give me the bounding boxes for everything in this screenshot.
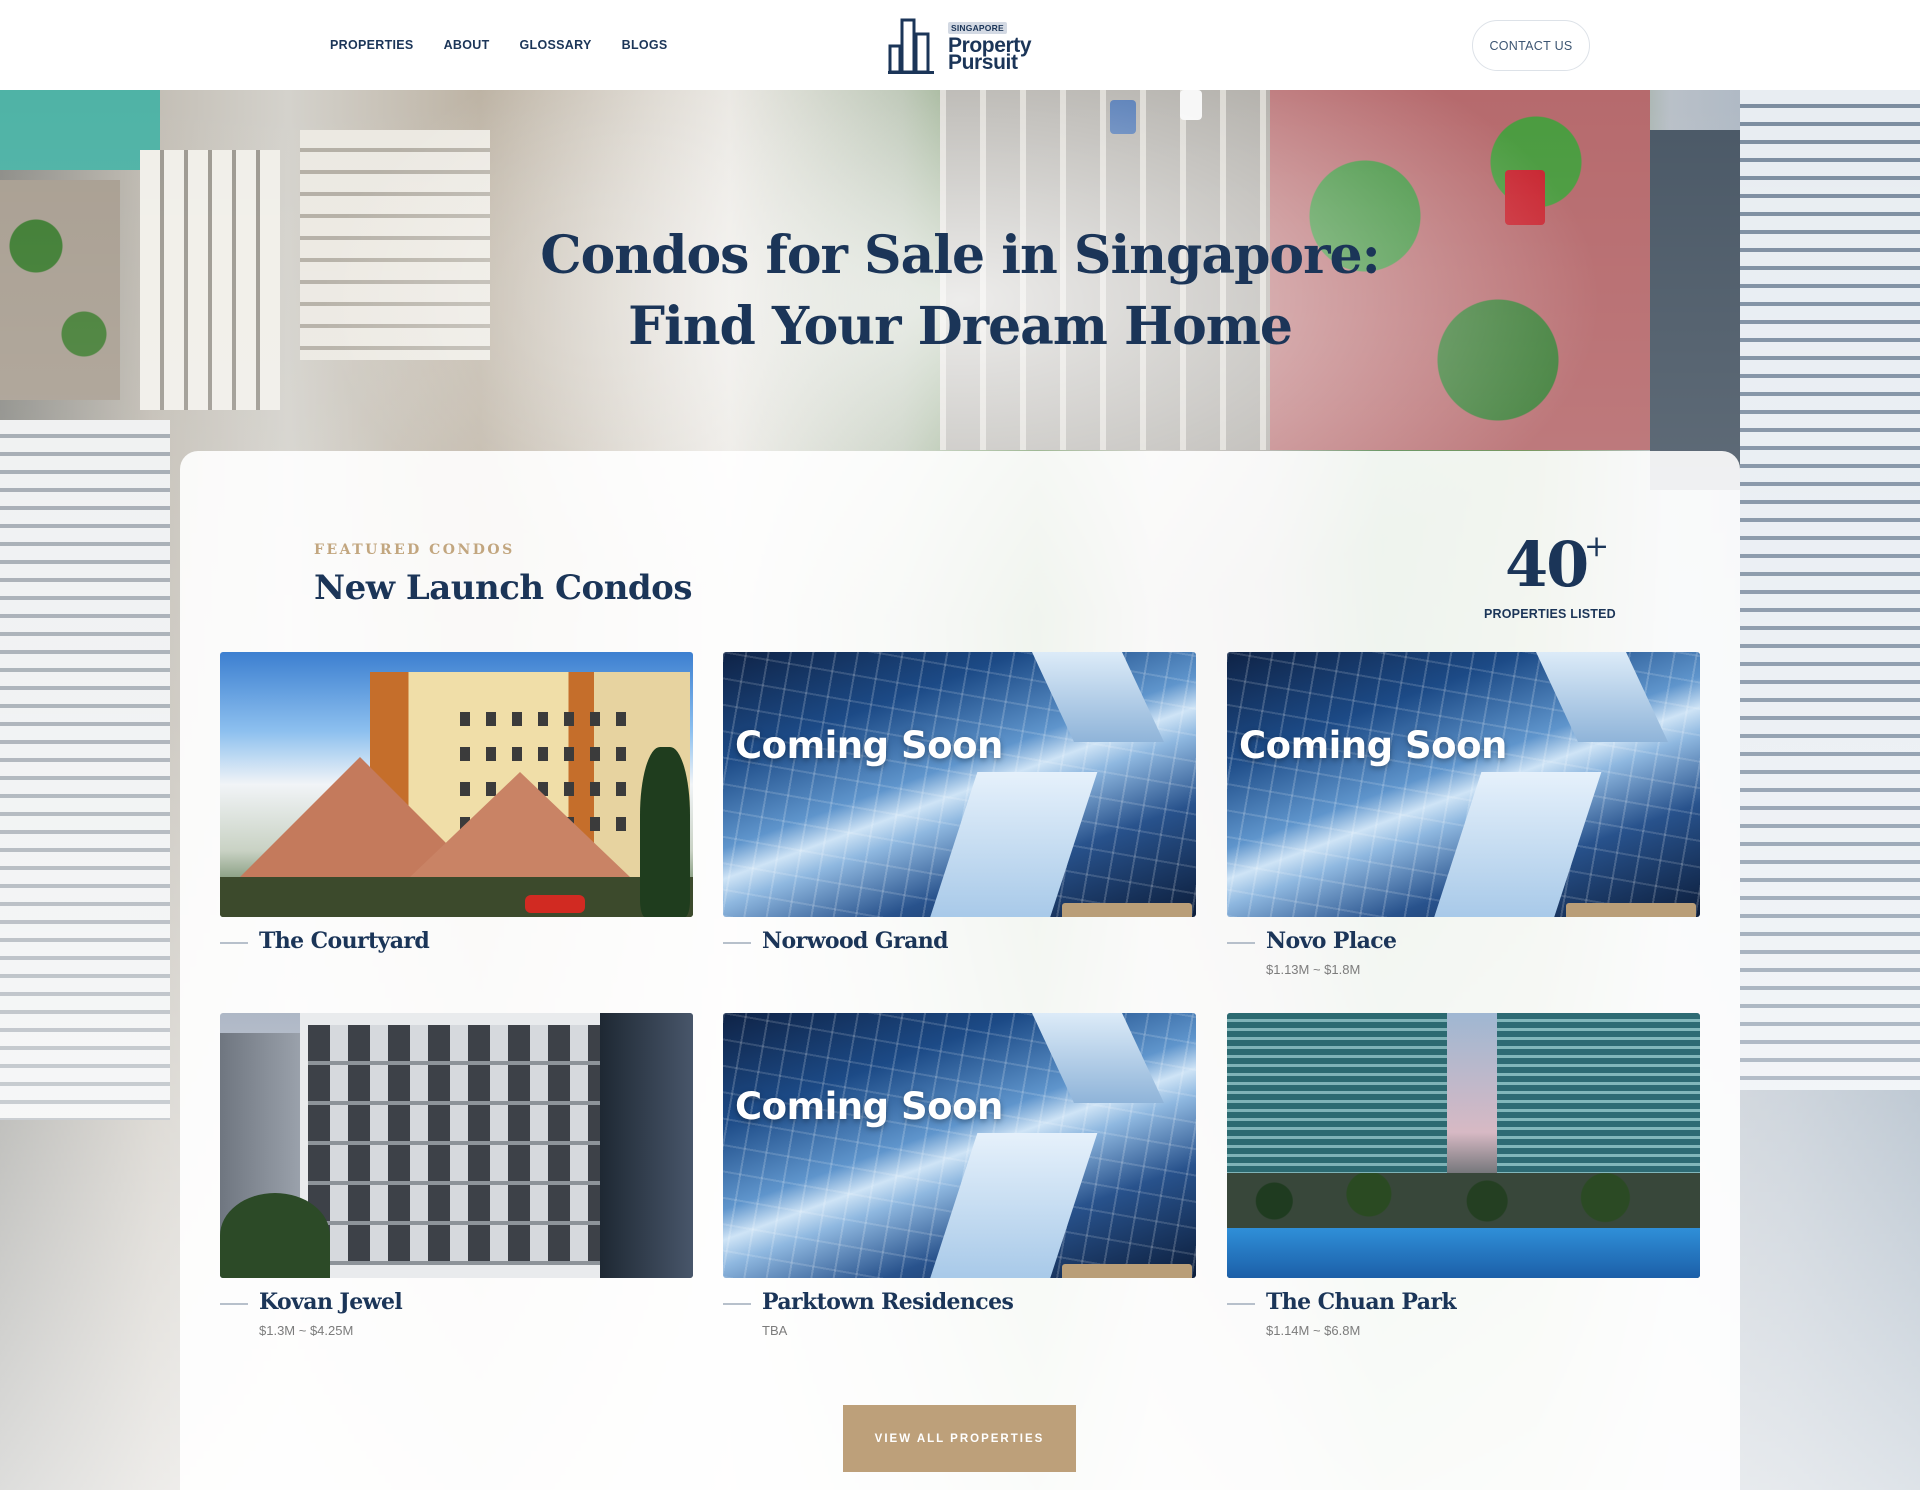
coming-soon-overlay: Coming Soon <box>735 724 1003 767</box>
listing-card[interactable]: The Chuan Park $1.14M ~ $6.8M <box>1227 1013 1700 1338</box>
site-logo[interactable]: SINGAPORE Property Pursuit <box>888 16 1034 74</box>
hero-title: Condos for Sale in Singapore: Find Your … <box>540 225 1381 357</box>
building-logo-icon <box>888 18 934 74</box>
listing-card[interactable]: Kovan Jewel $1.3M ~ $4.25M <box>220 1013 693 1338</box>
section-eyebrow: FEATURED CONDOS <box>314 542 515 558</box>
title-dash <box>220 942 248 944</box>
balconies <box>308 1025 628 1265</box>
coming-soon-overlay: Coming Soon <box>1239 724 1507 767</box>
listing-card[interactable]: Coming Soon Norwood Grand <box>723 652 1196 954</box>
title-dash <box>723 1303 751 1305</box>
nav-blogs[interactable]: BLOGS <box>622 38 668 52</box>
windows <box>460 712 630 726</box>
view-all-properties-button[interactable]: VIEW ALL PROPERTIES <box>843 1405 1076 1472</box>
listing-thumbnail[interactable]: Coming Soon <box>723 652 1196 917</box>
developer-badge <box>1062 1264 1192 1278</box>
title-dash <box>1227 1303 1255 1305</box>
listing-name[interactable]: Kovan Jewel <box>259 1289 403 1315</box>
listing-price: $1.13M ~ $1.8M <box>1266 962 1361 977</box>
listing-thumbnail[interactable] <box>220 652 693 917</box>
tower-right <box>1497 1013 1700 1188</box>
listing-name[interactable]: Parktown Residences <box>762 1289 1014 1315</box>
listing-name[interactable]: The Courtyard <box>259 928 430 954</box>
listing-price: $1.3M ~ $4.25M <box>259 1323 354 1338</box>
ground <box>220 877 693 917</box>
listing-card[interactable]: The Courtyard <box>220 652 693 954</box>
pine-tree <box>640 747 690 917</box>
developer-badge <box>1062 903 1192 917</box>
logo-tag: SINGAPORE <box>948 22 1007 34</box>
listing-name[interactable]: Norwood Grand <box>762 928 949 954</box>
listing-thumbnail[interactable] <box>1227 1013 1700 1278</box>
listing-thumbnail[interactable]: Coming Soon <box>723 1013 1196 1278</box>
swimming-pool <box>1227 1228 1700 1278</box>
developer-badge <box>1566 903 1696 917</box>
listing-thumbnail[interactable] <box>220 1013 693 1278</box>
pavilion-roof <box>410 772 630 877</box>
nav-glossary[interactable]: GLOSSARY <box>520 38 592 52</box>
red-car <box>525 895 585 913</box>
listing-price: TBA <box>762 1323 788 1338</box>
listing-card[interactable]: Coming Soon Parktown Residences TBA <box>723 1013 1196 1338</box>
listing-thumbnail[interactable]: Coming Soon <box>1227 652 1700 917</box>
tower-left <box>1227 1013 1447 1188</box>
title-dash <box>220 1303 248 1305</box>
site-header: PROPERTIES ABOUT GLOSSARY BLOGS SINGAPOR… <box>0 0 1920 90</box>
stat-number: 40 <box>1505 528 1589 601</box>
listing-name[interactable]: The Chuan Park <box>1266 1289 1457 1315</box>
coming-soon-overlay: Coming Soon <box>735 1085 1003 1128</box>
nav-properties[interactable]: PROPERTIES <box>330 38 414 52</box>
nav-about[interactable]: ABOUT <box>444 38 490 52</box>
main-nav: PROPERTIES ABOUT GLOSSARY BLOGS <box>330 38 668 52</box>
listing-card[interactable]: Coming Soon Novo Place $1.13M ~ $1.8M <box>1227 652 1700 977</box>
logo-wordmark-line2: Pursuit <box>948 51 1018 74</box>
title-dash <box>1227 942 1255 944</box>
glass-corner <box>600 1013 693 1278</box>
title-dash <box>723 942 751 944</box>
palm-trees <box>220 1193 330 1278</box>
listing-price: $1.14M ~ $6.8M <box>1266 1323 1361 1338</box>
section-title: New Launch Condos <box>314 568 693 608</box>
listing-name[interactable]: Novo Place <box>1266 928 1397 954</box>
windows <box>460 747 630 761</box>
contact-us-button[interactable]: CONTACT US <box>1472 20 1590 71</box>
stat-label: PROPERTIES LISTED <box>1484 607 1616 621</box>
stat-suffix: + <box>1584 529 1610 564</box>
